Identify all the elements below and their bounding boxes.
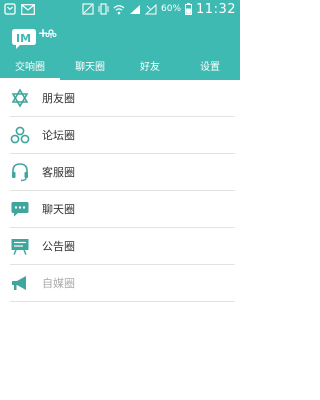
- list-item-friends-circle[interactable]: 朋友圈: [10, 80, 235, 117]
- list-item-self-media[interactable]: 自媒圈: [10, 265, 235, 302]
- friends-circle-icon: [10, 88, 30, 108]
- signal-icon: [130, 4, 141, 14]
- status-right: 60% 11:32: [82, 1, 236, 17]
- tab-bar: 交响圈 聊天圈 好友 设置: [0, 58, 240, 80]
- app-logo: IM +: [12, 26, 57, 49]
- list-item-label: 客服圈: [42, 166, 75, 179]
- chat-bubble-icon: [10, 199, 30, 219]
- clock: 11:32: [196, 1, 236, 17]
- list-item-forum[interactable]: 论坛圈: [10, 117, 235, 154]
- circle-list: 朋友圈 论坛圈 客服圈 聊天圈 公告圈 自媒圈: [0, 80, 240, 302]
- signal-low-icon: [145, 3, 157, 14]
- mail-icon: [21, 3, 35, 15]
- list-item-label: 朋友圈: [42, 92, 75, 105]
- forum-icon: [10, 125, 30, 145]
- tab-chat-circle[interactable]: 聊天圈: [60, 58, 120, 80]
- announcement-board-icon: [10, 236, 30, 256]
- app-header: IM +: [0, 18, 240, 58]
- list-item-label: 论坛圈: [42, 129, 75, 142]
- headset-icon: [10, 162, 30, 182]
- notification-box-icon: [4, 3, 16, 15]
- svg-text:+: +: [38, 26, 48, 40]
- status-left: [4, 2, 35, 16]
- list-item-chat-circle[interactable]: 聊天圈: [10, 191, 235, 228]
- megaphone-icon: [10, 273, 30, 293]
- status-bar: 60% 11:32: [0, 0, 240, 18]
- mute-icon: [82, 3, 94, 15]
- list-item-announcement[interactable]: 公告圈: [10, 228, 235, 265]
- wifi-icon: [113, 4, 125, 14]
- list-item-customer-service[interactable]: 客服圈: [10, 154, 235, 191]
- battery-percent: 60%: [161, 4, 182, 14]
- battery-icon: [185, 3, 193, 15]
- svg-text:IM: IM: [16, 32, 31, 45]
- list-item-label: 公告圈: [42, 240, 75, 253]
- tab-jiaoxiang[interactable]: 交响圈: [0, 58, 60, 80]
- list-item-label: 聊天圈: [42, 203, 75, 216]
- vibrate-icon: [98, 3, 109, 15]
- list-item-label: 自媒圈: [42, 277, 75, 290]
- tab-friends[interactable]: 好友: [120, 58, 180, 80]
- tab-settings[interactable]: 设置: [180, 58, 240, 80]
